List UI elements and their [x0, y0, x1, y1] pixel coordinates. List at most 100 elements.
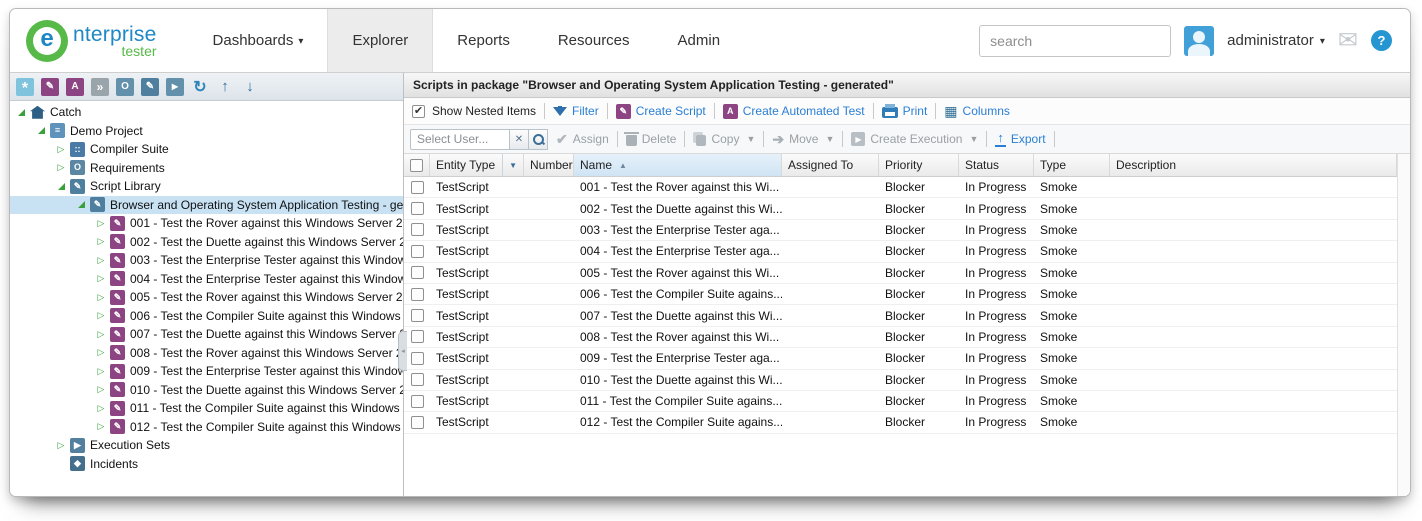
nav-item-explorer[interactable]: Explorer	[327, 9, 433, 72]
table-row[interactable]: TestScript004 - Test the Enterprise Test…	[404, 241, 1397, 262]
row-checkbox[interactable]	[411, 202, 424, 215]
expand-toggle-icon[interactable]: ▷	[94, 255, 108, 266]
row-checkbox[interactable]	[411, 223, 424, 236]
expand-toggle-icon[interactable]: ▷	[94, 218, 108, 229]
create-automated-test-button[interactable]: A Create Automated Test	[723, 104, 865, 119]
expand-toggle-icon[interactable]: ▷	[54, 144, 68, 155]
expand-toggle-icon[interactable]: ▷	[54, 440, 68, 451]
table-row[interactable]: TestScript003 - Test the Enterprise Test…	[404, 220, 1397, 241]
columns-button[interactable]: ▦ Columns	[944, 104, 1010, 118]
nav-item-resources[interactable]: Resources	[534, 9, 654, 72]
row-checkbox[interactable]	[411, 181, 424, 194]
search-user-button[interactable]	[529, 129, 548, 150]
row-checkbox[interactable]	[411, 395, 424, 408]
user-menu[interactable]: administrator ▾	[1227, 32, 1325, 49]
table-row[interactable]: TestScript002 - Test the Duette against …	[404, 198, 1397, 219]
delete-button[interactable]: Delete	[626, 132, 677, 146]
row-checkbox[interactable]	[411, 266, 424, 279]
table-row[interactable]: TestScript010 - Test the Duette against …	[404, 370, 1397, 391]
create-automated-test-icon[interactable]: A	[66, 78, 84, 96]
select-all-checkbox[interactable]	[410, 159, 423, 172]
tree-item[interactable]: ▷✎004 - Test the Enterprise Tester again…	[10, 270, 403, 289]
tree-item[interactable]: ▷✎011 - Test the Compiler Suite against …	[10, 399, 403, 418]
tree-item[interactable]: ▷✎005 - Test the Rover against this Wind…	[10, 288, 403, 307]
tree-item[interactable]: ▷✎012 - Test the Compiler Suite against …	[10, 418, 403, 437]
tree-item[interactable]: ◆Incidents	[10, 455, 403, 474]
fast-forward-icon[interactable]: »	[91, 78, 109, 96]
help-icon[interactable]: ?	[1371, 30, 1392, 51]
table-row[interactable]: TestScript006 - Test the Compiler Suite …	[404, 284, 1397, 305]
column-header-number[interactable]: Number	[524, 154, 574, 176]
expand-toggle-icon[interactable]: ▷	[94, 421, 108, 432]
expand-toggle-icon[interactable]: ▷	[94, 236, 108, 247]
tree-item[interactable]: ▷✎010 - Test the Duette against this Win…	[10, 381, 403, 400]
expand-toggle-icon[interactable]	[74, 201, 88, 208]
tree-item[interactable]: ▷ORequirements	[10, 159, 403, 178]
table-row[interactable]: TestScript009 - Test the Enterprise Test…	[404, 348, 1397, 369]
clear-user-button[interactable]: ✕	[510, 129, 529, 150]
expand-toggle-icon[interactable]: ▷	[94, 329, 108, 340]
refresh-icon[interactable]: ↻	[191, 78, 209, 96]
table-row[interactable]: TestScript005 - Test the Rover against t…	[404, 263, 1397, 284]
expand-toggle-icon[interactable]: ▷	[94, 366, 108, 377]
copy-button[interactable]: Copy ▼	[693, 132, 755, 146]
move-down-icon[interactable]: ↓	[241, 78, 259, 96]
move-button[interactable]: ➔ Move ▼	[772, 132, 834, 146]
tree-item[interactable]: ▷✎007 - Test the Duette against this Win…	[10, 325, 403, 344]
sidebar-collapse-handle[interactable]: ◂	[398, 331, 407, 371]
column-header-name[interactable]: Name▲	[574, 154, 782, 176]
tree-item[interactable]: ≡Demo Project	[10, 122, 403, 141]
column-header-select[interactable]	[404, 154, 430, 176]
tree-item[interactable]: ✎Browser and Operating System Applicatio…	[10, 196, 403, 215]
tree-item[interactable]: ▷✎009 - Test the Enterprise Tester again…	[10, 362, 403, 381]
requirement-icon[interactable]: O	[116, 78, 134, 96]
nav-item-reports[interactable]: Reports	[433, 9, 534, 72]
asterisk-icon[interactable]: *	[16, 78, 34, 96]
tree-item[interactable]: ▷✎006 - Test the Compiler Suite against …	[10, 307, 403, 326]
row-checkbox[interactable]	[411, 352, 424, 365]
select-user-input[interactable]	[410, 129, 510, 150]
table-row[interactable]: TestScript012 - Test the Compiler Suite …	[404, 412, 1397, 433]
column-menu-icon[interactable]: ▼	[502, 154, 517, 176]
execution-set-icon[interactable]: ▶	[166, 78, 184, 96]
tree-item[interactable]: ▷::Compiler Suite	[10, 140, 403, 159]
assign-button[interactable]: ✔ Assign	[556, 131, 609, 148]
tree-item[interactable]: ▷✎002 - Test the Duette against this Win…	[10, 233, 403, 252]
vertical-scrollbar[interactable]	[1397, 154, 1410, 496]
nav-item-admin[interactable]: Admin	[654, 9, 745, 72]
column-header-type[interactable]: Type	[1034, 154, 1110, 176]
nav-item-dashboards[interactable]: Dashboards▾	[189, 9, 328, 72]
row-checkbox[interactable]	[411, 288, 424, 301]
table-row[interactable]: TestScript011 - Test the Compiler Suite …	[404, 391, 1397, 412]
table-row[interactable]: TestScript008 - Test the Rover against t…	[404, 327, 1397, 348]
enterprise-tester-logo[interactable]: e nterprise tester	[10, 9, 167, 72]
expand-toggle-icon[interactable]	[14, 109, 28, 116]
expand-toggle-icon[interactable]: ▷	[94, 292, 108, 303]
table-row[interactable]: TestScript001 - Test the Rover against t…	[404, 177, 1397, 198]
column-header-priority[interactable]: Priority	[879, 154, 959, 176]
create-script-package-icon[interactable]: ✎	[141, 78, 159, 96]
expand-toggle-icon[interactable]: ▷	[94, 310, 108, 321]
tree-item[interactable]: ✎Script Library	[10, 177, 403, 196]
row-checkbox[interactable]	[411, 416, 424, 429]
row-checkbox[interactable]	[411, 245, 424, 258]
create-execution-button[interactable]: ▶ Create Execution ▼	[851, 132, 978, 146]
column-header-assigned_to[interactable]: Assigned To	[782, 154, 879, 176]
expand-toggle-icon[interactable]: ▷	[94, 384, 108, 395]
expand-toggle-icon[interactable]	[54, 183, 68, 190]
expand-toggle-icon[interactable]: ▷	[54, 162, 68, 173]
show-nested-checkbox[interactable]: ✔	[412, 105, 425, 118]
tree-item[interactable]: ▷✎001 - Test the Rover against this Wind…	[10, 214, 403, 233]
tree-item[interactable]: ▷✎003 - Test the Enterprise Tester again…	[10, 251, 403, 270]
row-checkbox[interactable]	[411, 309, 424, 322]
filter-button[interactable]: Filter	[553, 104, 599, 118]
expand-toggle-icon[interactable]	[34, 127, 48, 134]
column-header-description[interactable]: Description	[1110, 154, 1397, 176]
mail-icon[interactable]: ✉	[1338, 29, 1358, 53]
row-checkbox[interactable]	[411, 373, 424, 386]
column-header-status[interactable]: Status	[959, 154, 1034, 176]
expand-toggle-icon[interactable]: ▷	[94, 273, 108, 284]
print-button[interactable]: Print	[882, 104, 928, 118]
create-script-button[interactable]: ✎ Create Script	[616, 104, 706, 119]
tree-item[interactable]: ▷✎008 - Test the Rover against this Wind…	[10, 344, 403, 363]
